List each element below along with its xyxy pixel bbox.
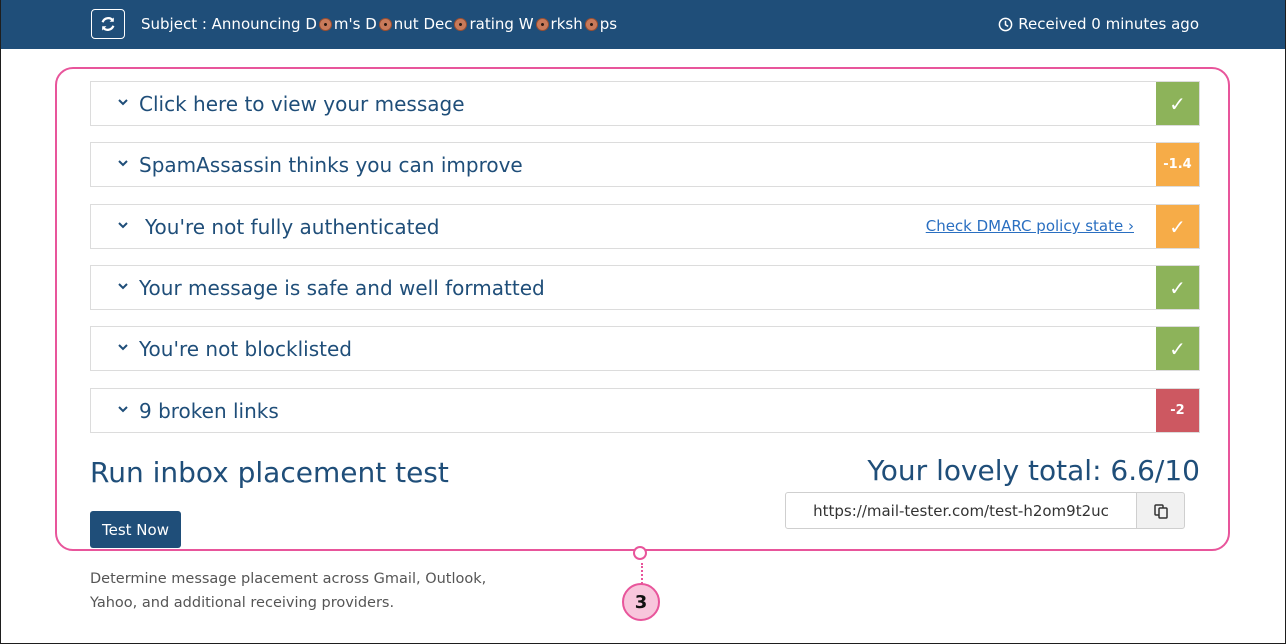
clock-icon [998,17,1013,31]
donut-emoji-icon [454,17,468,31]
result-label: SpamAssassin thinks you can improve [139,153,523,177]
copy-icon [1153,503,1168,519]
chevron-down-icon [118,160,128,167]
received-time: Received 0 minutes ago [998,15,1199,33]
result-row-spamassassin[interactable]: SpamAssassin thinks you can improve -1.4 [90,142,1200,187]
placement-description: Determine message placement across Gmail… [90,571,487,611]
score-badge: -1.4 [1156,143,1199,186]
callout-number-badge: 3 [622,583,660,621]
result-label: You're not blocklisted [139,337,352,361]
chevron-down-icon [118,283,128,290]
result-row-blocklist[interactable]: You're not blocklisted ✓ [90,326,1200,371]
placement-test-title: Run inbox placement test [90,456,449,489]
refresh-icon [101,17,115,31]
donut-emoji-icon [584,17,598,31]
check-dmarc-link[interactable]: Check DMARC policy state › [926,217,1134,235]
result-label: 9 broken links [139,399,279,423]
result-label: You're not fully authenticated [145,215,440,239]
donut-emoji-icon [535,17,549,31]
chevron-down-icon [118,99,128,106]
result-row-view-message[interactable]: Click here to view your message ✓ [90,81,1200,126]
status-badge: ✓ [1156,266,1199,309]
status-badge: ✓ [1156,82,1199,125]
callout-anchor-dot [633,546,647,560]
status-badge: ✓ [1156,327,1199,370]
header-bar: Subject : Announcing D m's D nut Dec rat… [1,0,1285,49]
email-subject: Subject : Announcing D m's D nut Dec rat… [141,15,618,33]
result-row-authentication[interactable]: You're not fully authenticated Check DMA… [90,204,1200,249]
score-badge: -2 [1156,389,1199,432]
chevron-down-icon [118,406,128,413]
copy-url-button[interactable] [1136,492,1185,529]
donut-emoji-icon [318,17,332,31]
result-label: Click here to view your message [139,92,465,116]
test-now-button[interactable]: Test Now [90,511,181,548]
result-row-broken-links[interactable]: 9 broken links -2 [90,388,1200,433]
total-score: Your lovely total: 6.6/10 [867,454,1200,487]
result-row-safe-formatted[interactable]: Your message is safe and well formatted … [90,265,1200,310]
result-label: Your message is safe and well formatted [139,276,545,300]
test-url-field[interactable]: https://mail-tester.com/test-h2om9t2uc [785,492,1137,529]
refresh-button[interactable] [91,9,125,39]
status-badge: ✓ [1156,205,1199,248]
chevron-down-icon [118,222,128,229]
donut-emoji-icon [378,17,392,31]
chevron-down-icon [118,344,128,351]
